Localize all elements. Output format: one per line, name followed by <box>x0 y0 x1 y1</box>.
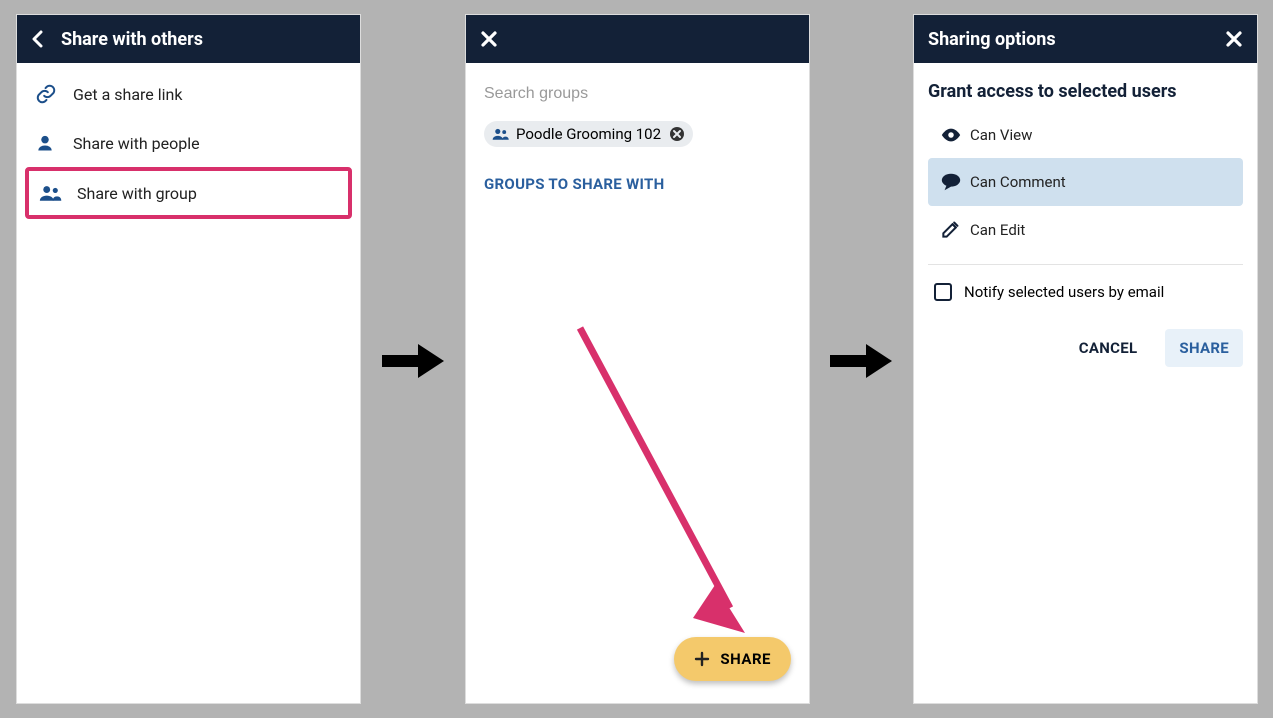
search-groups-panel: Poodle Grooming 102 GROUPS TO SHARE WITH… <box>465 14 810 704</box>
share-fab[interactable]: SHARE <box>674 637 791 681</box>
panel2-header <box>466 15 809 63</box>
share-menu-list: Get a share link Share with people Share… <box>17 63 360 225</box>
flow-arrow-2 <box>826 336 896 386</box>
share-link-item[interactable]: Get a share link <box>17 69 360 119</box>
groups-section-label: GROUPS TO SHARE WITH <box>466 153 809 193</box>
panel3-header: Sharing options <box>914 15 1257 63</box>
share-link-label: Get a share link <box>73 85 182 104</box>
group-icon <box>39 183 67 203</box>
option-edit-label: Can Edit <box>970 221 1025 239</box>
edit-icon <box>940 220 970 240</box>
person-icon <box>35 133 63 153</box>
option-view-label: Can View <box>970 126 1032 144</box>
panel3-body: Grant access to selected users Can View … <box>914 63 1257 385</box>
close-icon[interactable] <box>480 30 498 48</box>
cancel-button[interactable]: CANCEL <box>1065 329 1152 367</box>
link-icon <box>35 83 63 105</box>
action-row: CANCEL SHARE <box>928 329 1243 367</box>
panel1-header: Share with others <box>17 15 360 63</box>
option-can-comment[interactable]: Can Comment <box>928 158 1243 206</box>
remove-chip-icon[interactable] <box>669 126 685 142</box>
plus-icon <box>694 651 710 667</box>
group-icon <box>492 127 510 141</box>
highlight-share-group: Share with group <box>25 167 352 219</box>
share-button[interactable]: SHARE <box>1165 329 1243 367</box>
share-group-label: Share with group <box>77 184 197 203</box>
option-comment-label: Can Comment <box>970 173 1066 191</box>
close-icon[interactable] <box>1225 30 1243 48</box>
share-people-label: Share with people <box>73 134 200 153</box>
eye-icon <box>940 127 970 143</box>
notify-checkbox[interactable] <box>934 283 952 301</box>
grant-access-title: Grant access to selected users <box>928 81 1243 102</box>
share-with-others-panel: Share with others Get a share link Share… <box>16 14 361 704</box>
notify-row[interactable]: Notify selected users by email <box>928 275 1243 309</box>
selected-group-chip[interactable]: Poodle Grooming 102 <box>484 121 693 147</box>
search-groups-input[interactable] <box>484 79 791 109</box>
comment-icon <box>940 172 970 192</box>
notify-label: Notify selected users by email <box>964 283 1164 301</box>
sharing-options-panel: Sharing options Grant access to selected… <box>913 14 1258 704</box>
divider <box>928 264 1243 265</box>
panel3-title: Sharing options <box>928 29 1056 50</box>
chip-label: Poodle Grooming 102 <box>516 125 661 143</box>
share-group-item[interactable]: Share with group <box>29 171 348 215</box>
fab-label: SHARE <box>720 650 771 668</box>
option-can-view[interactable]: Can View <box>928 112 1243 158</box>
panel1-title: Share with others <box>61 29 203 50</box>
flow-arrow-1 <box>378 336 448 386</box>
share-people-item[interactable]: Share with people <box>17 119 360 167</box>
back-icon[interactable] <box>31 30 45 48</box>
option-can-edit[interactable]: Can Edit <box>928 206 1243 254</box>
search-area: Poodle Grooming 102 <box>466 63 809 153</box>
